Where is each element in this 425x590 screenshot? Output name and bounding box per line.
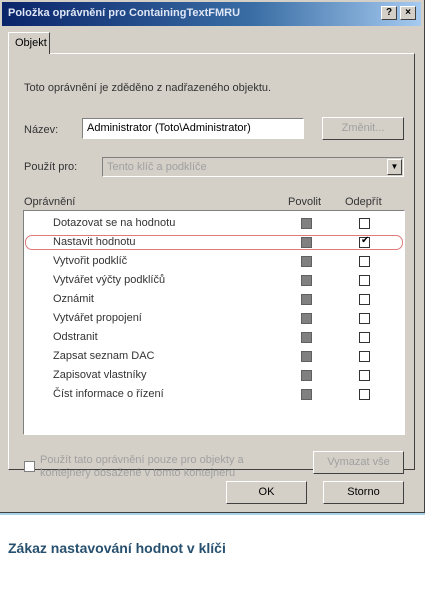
change-button[interactable]: Změnit... — [322, 117, 404, 140]
deny-checkbox[interactable] — [359, 256, 370, 267]
apply-to-label: Použít pro: — [24, 161, 78, 173]
deny-checkbox[interactable] — [359, 218, 370, 229]
deny-checkbox[interactable] — [359, 332, 370, 343]
permission-row: Nastavit hodnotu — [25, 235, 403, 250]
inherit-checkbox-label: Použít tato oprávnění pouze pro objekty … — [40, 454, 244, 479]
permission-entry-dialog: Položka oprávnění pro ContainingTextFMRU… — [0, 0, 425, 513]
allow-checkbox[interactable] — [301, 351, 312, 362]
permission-label: Vytvářet výčty podklíčů — [53, 274, 166, 286]
inherit-note: Toto oprávnění je zděděno z nadřazeného … — [24, 82, 272, 94]
name-label: Název: — [24, 124, 59, 136]
deny-checkbox[interactable] — [359, 313, 370, 324]
permission-label: Dotazovat se na hodnotu — [53, 217, 176, 229]
close-button[interactable]: × — [400, 6, 416, 20]
chevron-down-icon[interactable]: ▼ — [387, 159, 402, 175]
permission-row: Zapsat seznam DAC — [25, 349, 403, 364]
title-bar[interactable]: Položka oprávnění pro ContainingTextFMRU… — [2, 2, 421, 26]
permission-label: Vytvářet propojení — [53, 312, 142, 324]
permission-row: Vytvořit podklíč — [25, 254, 403, 269]
help-button[interactable]: ? — [381, 6, 397, 20]
name-field: Administrator (Toto\Administrator) — [82, 118, 304, 139]
permission-label: Nastavit hodnotu — [53, 236, 136, 248]
permission-label: Zapsat seznam DAC — [53, 350, 155, 362]
permission-row: Oznámit — [25, 292, 403, 307]
permission-row: Dotazovat se na hodnotu — [25, 216, 403, 231]
permission-row: Zapisovat vlastníky — [25, 368, 403, 383]
tab-object[interactable]: Objekt — [8, 32, 50, 54]
permission-row: Odstranit — [25, 330, 403, 345]
permission-label: Odstranit — [53, 331, 98, 343]
permission-list: Dotazovat se na hodnotu Nastavit hodnotu V… — [23, 210, 405, 435]
permission-row: Vytvářet propojení — [25, 311, 403, 326]
allow-checkbox[interactable] — [301, 294, 312, 305]
deny-checkbox[interactable] — [359, 370, 370, 381]
allow-checkbox[interactable] — [301, 237, 312, 248]
caption-divider — [0, 513, 425, 515]
deny-column-header: Odepřít — [345, 196, 382, 208]
figure-caption: Zákaz nastavování hodnot v klíči — [8, 540, 226, 556]
permission-row: Vytvářet výčty podklíčů — [25, 273, 403, 288]
window-title: Položka oprávnění pro ContainingTextFMRU — [8, 7, 241, 19]
inherit-checkbox[interactable] — [24, 461, 35, 472]
permission-column-header: Oprávnění — [24, 196, 76, 208]
apply-to-value: Tento klíč a podklíče — [107, 161, 207, 173]
deny-checkbox[interactable] — [359, 389, 370, 400]
allow-checkbox[interactable] — [301, 256, 312, 267]
permission-label: Číst informace o řízení — [53, 388, 164, 400]
allow-checkbox[interactable] — [301, 218, 312, 229]
allow-checkbox[interactable] — [301, 389, 312, 400]
clear-all-button[interactable]: Vymazat vše — [313, 451, 404, 474]
allow-checkbox[interactable] — [301, 370, 312, 381]
allow-checkbox[interactable] — [301, 313, 312, 324]
deny-checkbox[interactable] — [359, 351, 370, 362]
allow-checkbox[interactable] — [301, 275, 312, 286]
permission-label: Oznámit — [53, 293, 94, 305]
deny-checkbox[interactable] — [359, 235, 370, 248]
permission-label: Zapisovat vlastníky — [53, 369, 147, 381]
deny-checkbox[interactable] — [359, 275, 370, 286]
permission-label: Vytvořit podklíč — [53, 255, 128, 267]
permission-row: Číst informace o řízení — [25, 387, 403, 402]
apply-to-select[interactable]: Tento klíč a podklíče ▼ — [102, 157, 404, 177]
allow-column-header: Povolit — [288, 196, 322, 208]
ok-button[interactable]: OK — [226, 481, 307, 504]
deny-checkbox[interactable] — [359, 294, 370, 305]
cancel-button[interactable]: Storno — [323, 481, 404, 504]
allow-checkbox[interactable] — [301, 332, 312, 343]
